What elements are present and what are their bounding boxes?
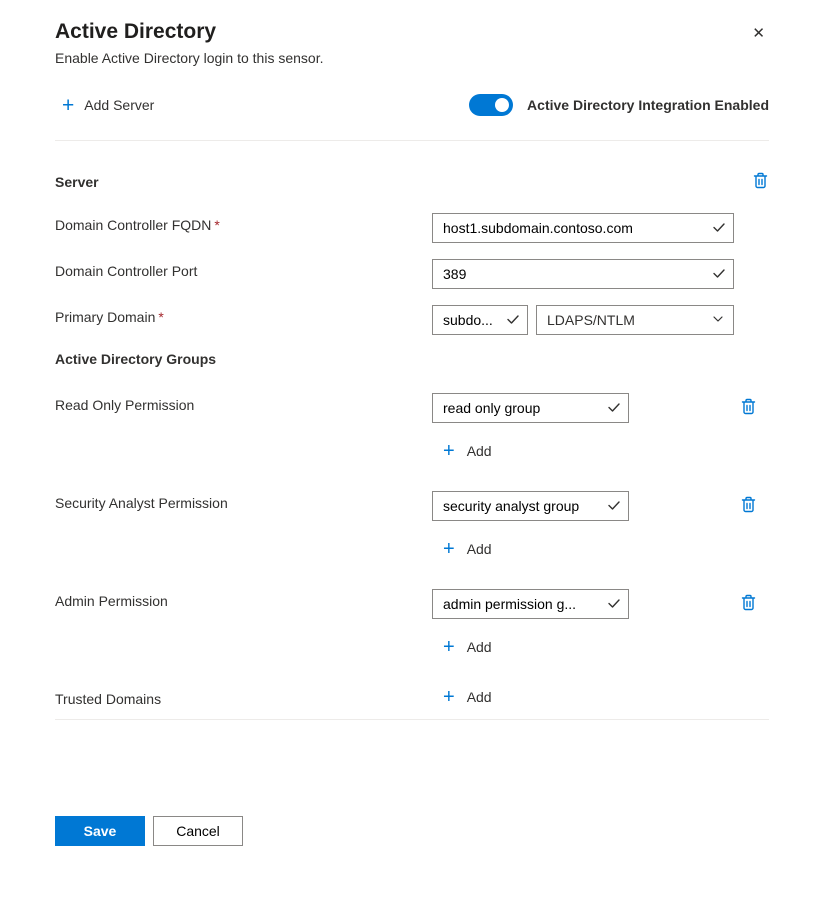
trash-icon (740, 397, 757, 416)
trash-icon (740, 495, 757, 514)
integration-toggle[interactable] (469, 94, 513, 116)
cancel-button[interactable]: Cancel (153, 816, 243, 846)
add-security-analyst-button[interactable]: + Add (432, 539, 769, 559)
security-analyst-input[interactable] (432, 491, 629, 521)
server-heading: Server (55, 174, 99, 190)
delete-read-only-button[interactable] (740, 397, 757, 419)
trash-icon (740, 593, 757, 612)
plus-icon: + (443, 441, 455, 461)
protocol-select-value: LDAPS/NTLM (547, 312, 635, 328)
fqdn-label: Domain Controller FQDN* (55, 213, 432, 233)
add-admin-button[interactable]: + Add (432, 637, 769, 657)
plus-icon: + (443, 637, 455, 657)
add-server-label: Add Server (84, 97, 154, 113)
plus-icon: + (62, 95, 74, 116)
integration-toggle-label: Active Directory Integration Enabled (527, 97, 769, 113)
page-subtitle: Enable Active Directory login to this se… (55, 50, 323, 66)
save-button[interactable]: Save (55, 816, 145, 846)
port-input[interactable] (432, 259, 734, 289)
add-label: Add (467, 639, 492, 655)
add-label: Add (467, 689, 492, 705)
plus-icon: + (443, 539, 455, 559)
groups-heading: Active Directory Groups (55, 351, 769, 367)
primary-domain-label-text: Primary Domain (55, 309, 155, 325)
fqdn-label-text: Domain Controller FQDN (55, 217, 211, 233)
divider (55, 719, 769, 720)
fqdn-input[interactable] (432, 213, 734, 243)
required-asterisk: * (158, 309, 163, 325)
add-label: Add (467, 541, 492, 557)
plus-icon: + (443, 687, 455, 707)
security-analyst-label: Security Analyst Permission (55, 491, 432, 511)
close-icon: ✕ (752, 25, 765, 42)
delete-security-analyst-button[interactable] (740, 495, 757, 517)
page-title: Active Directory (55, 20, 323, 44)
delete-admin-button[interactable] (740, 593, 757, 615)
chevron-down-icon (711, 312, 725, 329)
delete-server-button[interactable] (752, 171, 769, 193)
port-label: Domain Controller Port (55, 259, 432, 279)
primary-domain-label: Primary Domain* (55, 305, 432, 325)
read-only-input[interactable] (432, 393, 629, 423)
primary-domain-input[interactable] (432, 305, 528, 335)
protocol-select[interactable]: LDAPS/NTLM (536, 305, 734, 335)
add-server-button[interactable]: + Add Server (55, 95, 154, 116)
read-only-label: Read Only Permission (55, 393, 432, 413)
required-asterisk: * (214, 217, 219, 233)
admin-input[interactable] (432, 589, 629, 619)
trash-icon (752, 171, 769, 190)
add-label: Add (467, 443, 492, 459)
admin-label: Admin Permission (55, 589, 432, 609)
add-trusted-domain-button[interactable]: + Add (432, 687, 492, 707)
close-button[interactable]: ✕ (748, 20, 769, 46)
add-read-only-button[interactable]: + Add (432, 441, 769, 461)
trusted-domains-label: Trusted Domains (55, 687, 432, 707)
divider (55, 140, 769, 141)
